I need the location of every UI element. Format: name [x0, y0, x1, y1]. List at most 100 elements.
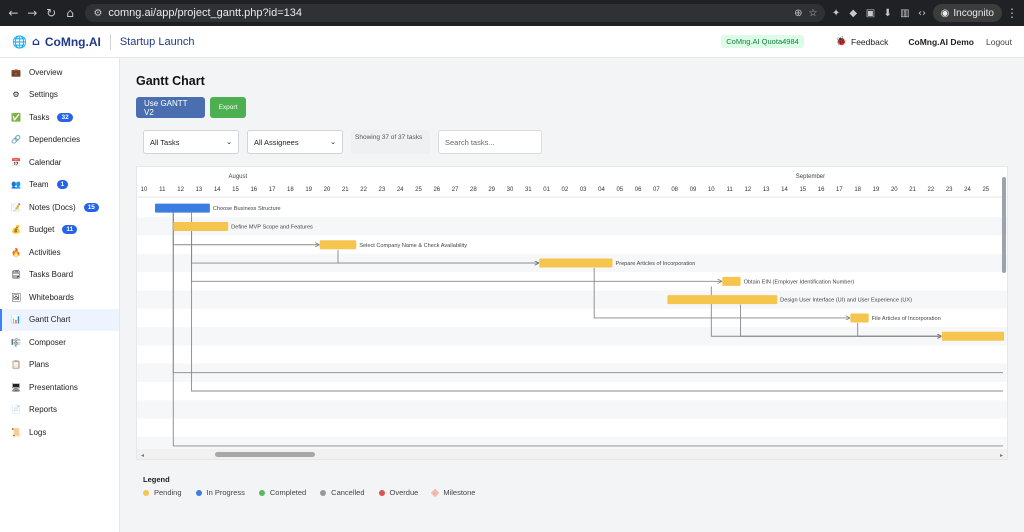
- shield-icon[interactable]: ▣: [864, 5, 877, 21]
- user-name[interactable]: CoMng.AI Demo: [908, 37, 974, 47]
- feedback-link[interactable]: 🐞 Feedback: [836, 37, 889, 47]
- reload-icon[interactable]: ↻: [44, 4, 59, 22]
- task-label: Define MVP Scope and Features: [231, 224, 313, 230]
- download-icon[interactable]: ⬇: [881, 5, 894, 21]
- legend-swatch: [431, 488, 440, 497]
- task-filter-select[interactable]: All Tasks ⌄: [143, 130, 239, 154]
- scroll-left-icon: ◂: [141, 452, 144, 459]
- sticky-note-icon: 🗒: [11, 270, 22, 280]
- export-button[interactable]: Export: [210, 97, 246, 118]
- gantt-day-label: 12: [177, 187, 184, 193]
- devtools-icon[interactable]: ‹›: [915, 5, 928, 21]
- gantt-day-label: 02: [562, 187, 569, 193]
- sidebar-item-label: Composer: [29, 337, 66, 347]
- sidebar-item-label: Notes (Docs): [29, 202, 76, 212]
- sidebar-item-whiteboards[interactable]: 🖼 Whiteboards: [0, 286, 119, 309]
- search-input[interactable]: Search tasks...: [438, 130, 542, 154]
- fire-icon: 🔥: [11, 247, 21, 257]
- extension-icon[interactable]: ✦: [829, 5, 842, 21]
- report-icon: 📄: [11, 405, 21, 415]
- gantt-day-label: 14: [214, 187, 221, 193]
- home-icon: ⌂: [31, 35, 40, 48]
- sidebar-item-gantt-chart[interactable]: 📊 Gantt Chart: [0, 308, 119, 331]
- clipboard-icon: 📋: [11, 360, 21, 370]
- vertical-scrollbar-thumb: [1002, 177, 1006, 273]
- gantt-day-label: 07: [653, 187, 660, 193]
- sidebar-item-tasks[interactable]: ✅ Tasks 32: [0, 106, 119, 129]
- puzzle-icon[interactable]: ◆: [847, 5, 860, 21]
- home-icon[interactable]: ⌂: [63, 4, 78, 22]
- gantt-day-label: 26: [433, 187, 440, 193]
- legend-title: Legend: [143, 475, 170, 484]
- gantt-day-label: 13: [196, 187, 203, 193]
- sidebar-item-label: Budget: [29, 225, 55, 235]
- sidebar-item-label: Tasks: [29, 112, 50, 122]
- task-bar: [319, 240, 357, 250]
- project-name[interactable]: Startup Launch: [120, 36, 195, 48]
- sidebar-item-label: Plans: [29, 360, 50, 370]
- link-icon: 🔗: [11, 135, 21, 145]
- incognito-badge[interactable]: ◉ Incognito: [932, 4, 1002, 22]
- task-bar: [667, 295, 778, 305]
- site-info-icon[interactable]: ⚙: [93, 8, 102, 19]
- sidebar-item-activities[interactable]: 🔥 Activities: [0, 241, 119, 264]
- address-bar[interactable]: ⚙ comng.ai/app/project_gantt.php?id=134 …: [85, 4, 826, 22]
- legend-label: Milestone: [443, 488, 476, 497]
- showing-count: Showing 37 of 37 tasks: [351, 130, 430, 154]
- sidebar-item-label: Gantt Chart: [29, 315, 71, 325]
- sidebar-item-overview[interactable]: 💼 Overview: [0, 61, 119, 84]
- gantt-day-label: 20: [324, 187, 331, 193]
- sidebar-item-label: Team: [29, 180, 49, 190]
- sidebar-item-presentations[interactable]: 🖥 Presentations: [0, 376, 119, 399]
- gantt-chart: August September 10 11 12 13 14 15 16 17 18 19 20 21 2…: [136, 166, 1008, 460]
- horizontal-scrollbar-thumb: [215, 452, 315, 457]
- sidebar-item-logs[interactable]: 📜 Logs: [0, 421, 119, 444]
- logout-link[interactable]: Logout: [986, 37, 1012, 47]
- legend-label: In Progress: [206, 488, 245, 497]
- sidebar-item-reports[interactable]: 📄 Reports: [0, 399, 119, 422]
- gantt-day-label: 30: [507, 187, 514, 193]
- sidebar-item-dependencies[interactable]: 🔗 Dependencies: [0, 129, 119, 152]
- sidebar: 💼 Overview ⚙ Settings ✅ Tasks 32 🔗 Dependencies 📅…: [0, 58, 120, 532]
- menu-icon[interactable]: ⋮: [1006, 6, 1018, 20]
- notes-icon: 📝: [11, 202, 21, 212]
- main-content: Gantt Chart Use GANTT V2 Export All Task…: [120, 58, 1024, 532]
- gantt-day-label: 11: [159, 187, 166, 193]
- count-badge: 11: [62, 225, 78, 235]
- sidepanel-icon[interactable]: ▥: [898, 5, 911, 21]
- gantt-day-label: 05: [616, 187, 623, 193]
- sidebar-item-tasks-board[interactable]: 🗒 Tasks Board: [0, 264, 119, 287]
- back-icon[interactable]: ←: [6, 4, 21, 22]
- zoom-icon[interactable]: ⊕: [794, 8, 802, 19]
- sidebar-item-notes-docs[interactable]: 📝 Notes (Docs) 15: [0, 196, 119, 219]
- gantt-day-label: 16: [250, 187, 257, 193]
- money-bag-icon: 💰: [11, 225, 21, 235]
- chart-icon: 📊: [11, 315, 21, 325]
- sidebar-item-plans[interactable]: 📋 Plans: [0, 354, 119, 377]
- gantt-day-label: 25: [415, 187, 422, 193]
- assignee-filter-select[interactable]: All Assignees ⌄: [247, 130, 343, 154]
- gantt-day-label: 27: [452, 187, 459, 193]
- sidebar-item-settings[interactable]: ⚙ Settings: [0, 84, 119, 107]
- calendar-icon: 📅: [11, 157, 21, 167]
- gantt-day-label: 10: [141, 187, 148, 193]
- sidebar-item-team[interactable]: 👥 Team 1: [0, 174, 119, 197]
- gantt-day-label: 22: [928, 187, 935, 193]
- brand[interactable]: 🌐 ⌂ CoMng.AI: [12, 35, 101, 49]
- count-badge: 1: [56, 180, 69, 190]
- board-icon: 🖼: [11, 292, 22, 302]
- gantt-day-label: 23: [379, 187, 386, 193]
- gantt-day-label: 17: [836, 187, 843, 193]
- chevron-down-icon: ⌄: [330, 138, 336, 146]
- forward-icon[interactable]: →: [25, 4, 40, 22]
- app-header: 🌐 ⌂ CoMng.AI Startup Launch CoMng.AI Quo…: [0, 26, 1024, 58]
- gantt-day-label: 13: [763, 187, 770, 193]
- sidebar-item-budget[interactable]: 💰 Budget 11: [0, 219, 119, 242]
- task-bar: [154, 203, 210, 213]
- use-gantt-v2-button[interactable]: Use GANTT V2: [136, 97, 205, 118]
- star-icon[interactable]: ☆: [808, 8, 817, 19]
- sidebar-item-composer[interactable]: 🎼 Composer: [0, 331, 119, 354]
- sidebar-item-calendar[interactable]: 📅 Calendar: [0, 151, 119, 174]
- team-icon: 👥: [11, 180, 21, 190]
- gantt-day-label: 20: [891, 187, 898, 193]
